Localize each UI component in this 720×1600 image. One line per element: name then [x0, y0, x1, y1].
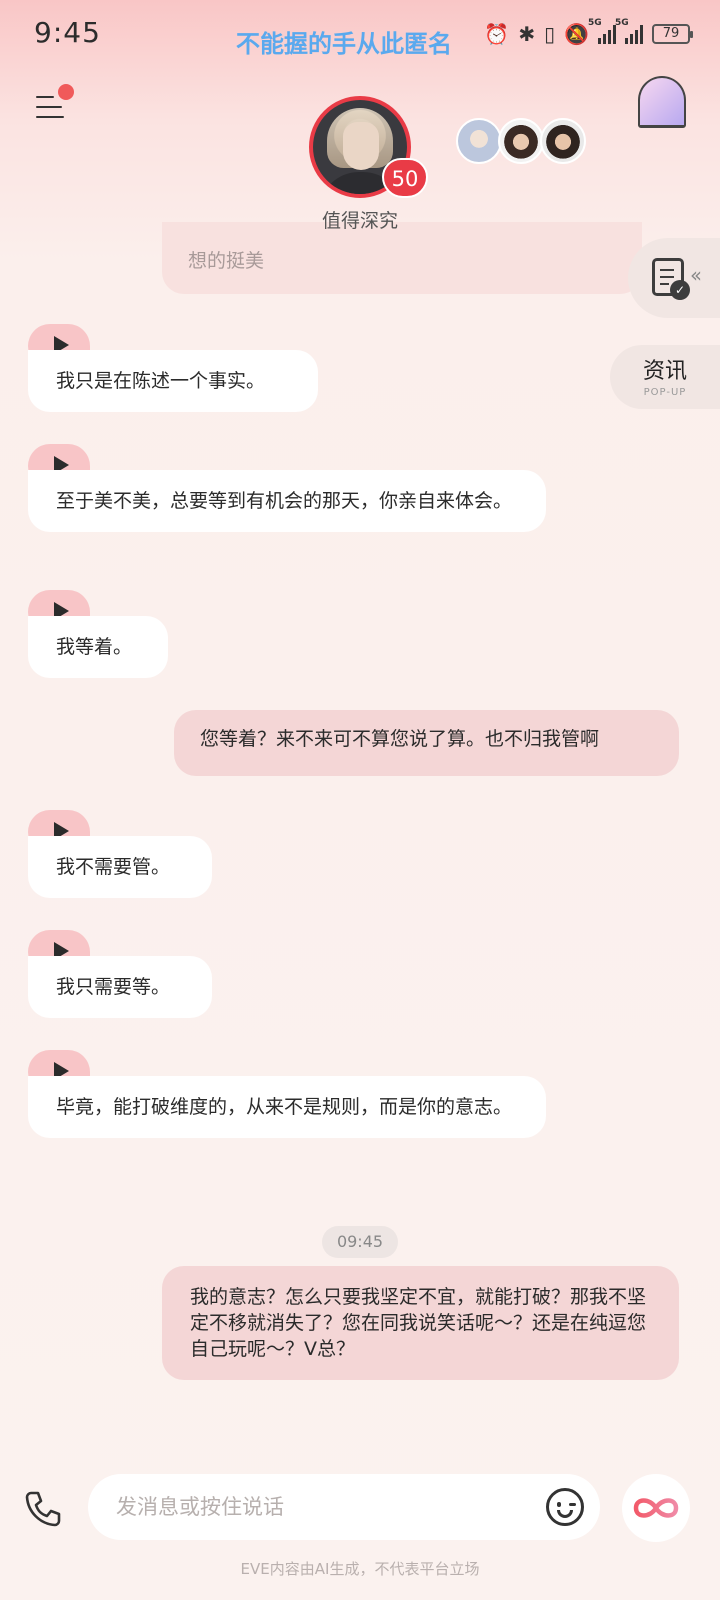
mute-bell-icon: 🔕: [564, 22, 589, 46]
character-status-label: 值得深究: [321, 210, 398, 232]
character-avatar-small[interactable]: [456, 118, 502, 164]
previous-message-text: 想的挺美: [188, 250, 265, 272]
battery-icon: 79: [652, 24, 693, 44]
character-avatar-small[interactable]: [540, 118, 586, 164]
user-message-bubble: 我的意志？怎么只要我坚定不宜，就能打破？那我不坚定不移就消失了？您在同我说笑话呢…: [162, 1266, 679, 1380]
news-side-tab[interactable]: 资讯 POP-UP: [610, 345, 720, 409]
ai-message-bubble: 我只需要等。: [28, 956, 212, 1018]
notification-dot: [58, 84, 74, 100]
bluetooth-icon: ✱: [518, 22, 536, 46]
signal-icon: 5G: [588, 18, 616, 44]
signal-icon-2: 5G: [615, 18, 643, 44]
user-message-bubble: 您等着？来不来可不算您说了算。也不归我管啊: [174, 710, 679, 776]
memo-side-tab[interactable]: ✓ ‹‹: [628, 238, 720, 318]
status-bar: 9:45 不能握的手从此匿名 ⏰ ✱ ▯ 🔕 5G 5G 79: [0, 0, 720, 70]
status-time: 9:45: [34, 16, 101, 49]
news-label: 资讯: [642, 359, 687, 384]
other-characters[interactable]: [456, 118, 586, 164]
timestamp-divider: 09:45: [322, 1226, 398, 1258]
infinity-icon: [633, 1498, 679, 1518]
emoji-icon[interactable]: [546, 1488, 584, 1526]
input-bar: [0, 1468, 720, 1548]
status-icons: ⏰ ✱ ▯ 🔕 5G 5G 79: [484, 18, 693, 46]
news-sublabel: POP-UP: [643, 387, 687, 398]
ai-message-bubble: 我不需要管。: [28, 836, 212, 898]
chat-header: 50 值得深究: [0, 70, 720, 240]
character-avatar-small[interactable]: [498, 118, 544, 164]
ai-message-bubble: 我只是在陈述一个事实。: [28, 350, 318, 412]
window-scene-icon[interactable]: [638, 76, 686, 128]
message-input[interactable]: [88, 1474, 600, 1540]
chevron-left-icon: ‹‹: [690, 263, 702, 287]
alarm-icon: ⏰: [484, 22, 510, 46]
vibrate-icon: ▯: [544, 22, 556, 46]
music-ticker: 不能握的手从此匿名: [236, 30, 452, 58]
ai-disclaimer: EVE内容由AI生成，不代表平台立场: [240, 1560, 480, 1578]
ai-message-bubble: 我等着。: [28, 616, 168, 678]
ai-message-bubble: 至于美不美，总要等到有机会的那天，你亲自来体会。: [28, 470, 546, 532]
affinity-heart-badge: 50: [382, 158, 428, 198]
menu-button[interactable]: [36, 84, 74, 122]
infinity-action-button[interactable]: [622, 1474, 690, 1542]
document-check-icon: ✓: [652, 258, 690, 300]
phone-call-icon[interactable]: [22, 1488, 64, 1530]
ai-message-bubble: 毕竟，能打破维度的，从来不是规则，而是你的意志。: [28, 1076, 546, 1138]
